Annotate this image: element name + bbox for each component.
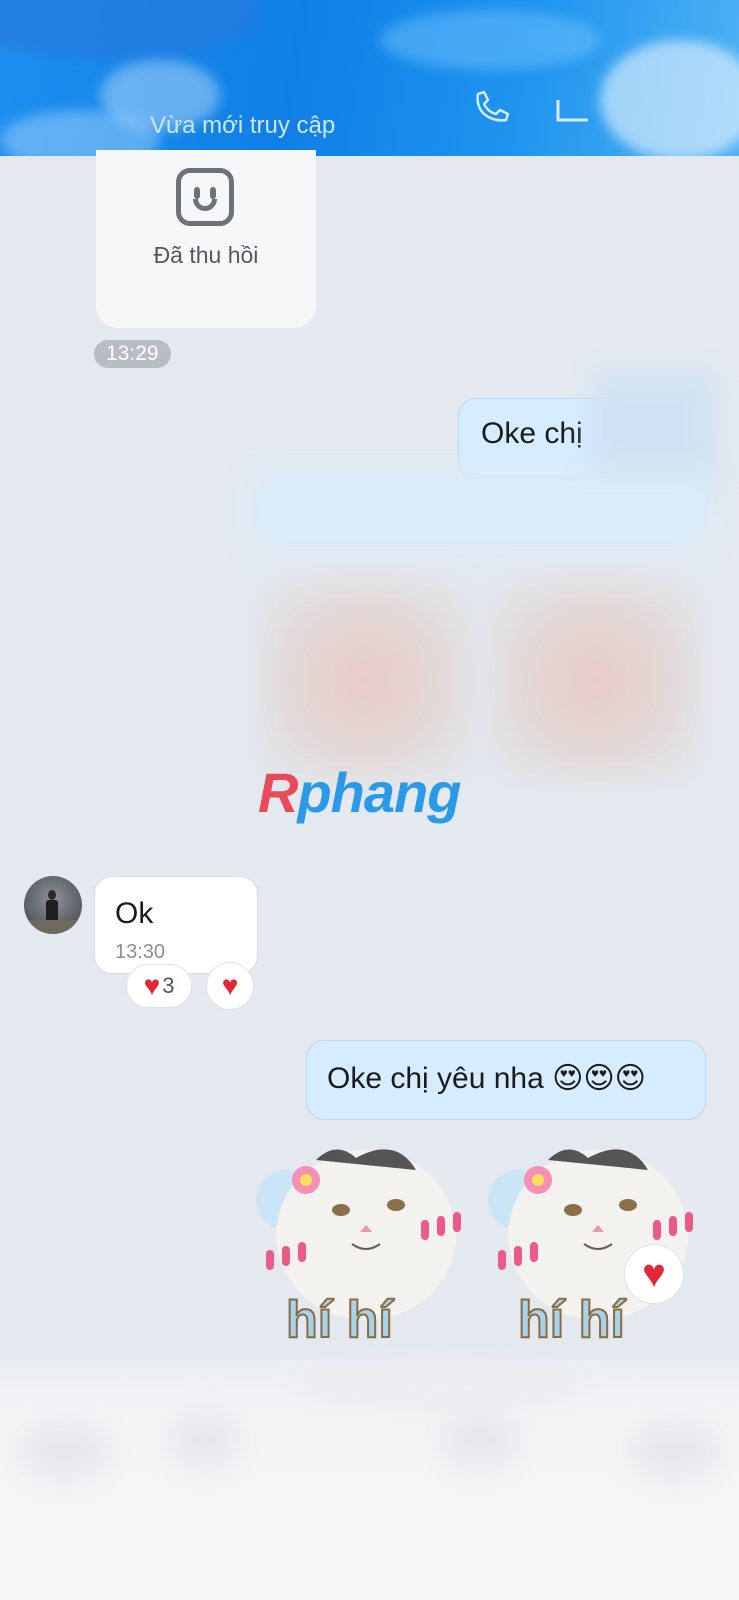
react-button[interactable]: ♥ — [206, 962, 254, 1010]
avatar[interactable] — [24, 876, 82, 934]
reaction-summary[interactable]: ♥ 3 — [126, 964, 192, 1008]
recalled-message: Đã thu hồi — [96, 150, 316, 328]
message-time: 13:30 — [115, 941, 166, 963]
status-text: Vừa mới truy cập — [150, 112, 336, 139]
heart-icon: ♥ — [143, 970, 161, 1001]
message-text: Oke chị yêu nha 😍😍😍 — [327, 1062, 646, 1095]
sent-message[interactable]: Oke chị yêu nha 😍😍😍 — [306, 1040, 706, 1120]
blurred-region — [250, 470, 710, 550]
chat-header: Vừa mới truy cập — [0, 0, 739, 156]
received-message[interactable]: Ok 13:30 — [94, 876, 258, 974]
heart-icon: ♥ — [221, 970, 239, 1001]
sticker-reaction[interactable]: ♥ — [624, 1244, 684, 1304]
cat-sticker[interactable]: hí hí ♥ — [488, 1140, 708, 1360]
smiley-icon — [176, 168, 234, 226]
heart-icon: ♥ — [642, 1252, 666, 1296]
reaction-count: 3 — [162, 973, 175, 998]
message-text: Oke chị — [481, 417, 583, 450]
watermark-logo: Rphang — [258, 761, 461, 824]
sticker-text: hí hí — [285, 1290, 394, 1350]
cat-sticker[interactable]: hí hí — [256, 1140, 476, 1360]
blurred-image — [260, 580, 470, 780]
blurred-input-bar — [0, 1360, 739, 1600]
video-icon[interactable] — [556, 98, 596, 131]
sticker-text: hí hí — [517, 1290, 626, 1350]
blurred-image — [490, 580, 700, 780]
recalled-label: Đã thu hồi — [153, 242, 259, 268]
timestamp-badge: 13:29 — [94, 340, 171, 368]
message-text: Ok — [115, 897, 154, 930]
phone-icon[interactable] — [470, 88, 510, 133]
